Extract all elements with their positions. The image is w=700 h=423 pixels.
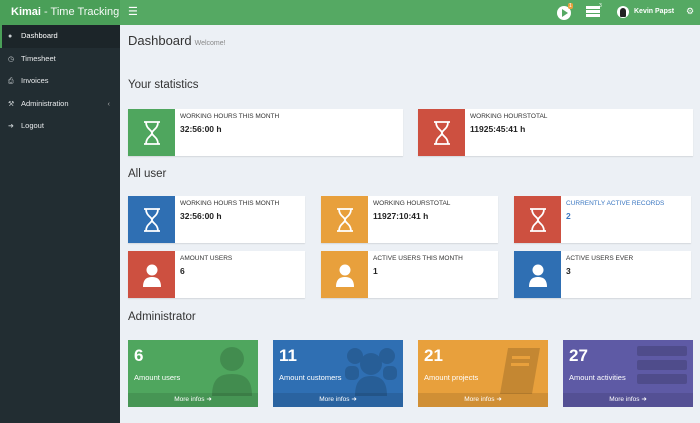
sidebar-item-invoices[interactable]: ⎙ Invoices [0, 70, 120, 93]
sidebar-item-logout[interactable]: ➜ Logout [0, 115, 120, 138]
top-navbar: ☰ 1 3 Kevin Papst ⚙ [120, 0, 700, 25]
info-box-value: 2 [566, 211, 571, 221]
info-box: Working hours this month 32:56:00 h [128, 109, 403, 156]
info-box-value: 1 [373, 266, 378, 276]
stat-number: 11 [279, 346, 297, 365]
logout-icon: ➜ [8, 123, 14, 130]
hamburger-icon[interactable]: ☰ [128, 5, 138, 18]
user-icon [321, 251, 368, 298]
admin-stat-box: 11 Amount customers More infos ➜ [273, 340, 403, 407]
user-icon [128, 251, 175, 298]
sidebar-item-administration[interactable]: ⚒ Administration ‹ [0, 93, 120, 116]
hourglass-icon [128, 109, 175, 156]
info-box-label: Currently active records [566, 200, 665, 207]
info-box: Amount users 6 [128, 251, 305, 298]
timer-badge: 1 [568, 3, 573, 9]
info-box-label: Active users this month [373, 255, 463, 262]
sidebar-item-timesheet[interactable]: ◷ Timesheet [0, 48, 120, 71]
more-infos-link[interactable]: More infos ➜ [563, 393, 693, 407]
info-box-value: 11927:10:41 h [373, 211, 429, 221]
section-all-user: All user [128, 168, 167, 180]
admin-stat-box: 6 Amount users More infos ➜ [128, 340, 258, 407]
list-icon [637, 346, 687, 391]
info-box-value: 3 [566, 266, 571, 276]
wrench-icon: ⚒ [8, 100, 15, 108]
stat-label: Amount users [134, 373, 181, 382]
info-box-label: Working hourstotal [470, 113, 548, 120]
more-infos-link[interactable]: More infos ➜ [273, 393, 403, 407]
records-badge: 3 [599, 3, 602, 9]
info-box-value: 6 [180, 266, 185, 276]
stat-label: Amount projects [424, 373, 479, 382]
settings-gears-icon[interactable]: ⚙ [686, 6, 694, 17]
info-box-value: 11925:45:41 h [470, 124, 526, 134]
section-your-statistics: Your statistics [128, 79, 199, 91]
app-logo[interactable]: Kimai - Time Tracking [0, 0, 120, 25]
info-box-value: 32:56:00 h [180, 124, 222, 134]
arrow-circle-right-icon: ➜ [351, 396, 357, 403]
arrow-circle-right-icon: ➜ [496, 396, 502, 403]
print-icon: ⎙ [8, 78, 14, 85]
page-subtitle: Welcome! [194, 40, 226, 47]
hourglass-icon [128, 196, 175, 243]
user-icon [514, 251, 561, 298]
info-box-label: Active users ever [566, 255, 634, 262]
hourglass-icon [514, 196, 561, 243]
info-box-label: Working hours this month [180, 113, 280, 120]
more-infos-link[interactable]: More infos ➜ [418, 393, 548, 407]
sidebar: ● Dashboard ◷ Timesheet ⎙ Invoices ⚒ Adminis… [0, 25, 120, 423]
stat-number: 21 [424, 346, 443, 365]
arrow-circle-right-icon: ➜ [206, 396, 212, 403]
info-box-label: Working hours this month [180, 200, 280, 207]
sidebar-item-dashboard[interactable]: ● Dashboard [0, 25, 120, 48]
chevron-left-icon: ‹ [107, 98, 111, 108]
clock-icon: ◷ [8, 55, 15, 63]
page-title: Dashboard Welcome! [128, 33, 226, 48]
dashboard-icon: ● [8, 33, 13, 40]
stat-number: 6 [134, 346, 144, 365]
main-content: Dashboard Welcome! Your statistics All us… [120, 25, 700, 423]
info-box-value: 32:56:00 h [180, 211, 222, 221]
info-box: Working hourstotal 11927:10:41 h [321, 196, 498, 243]
user-avatar-icon[interactable] [617, 6, 629, 18]
info-box: Working hourstotal 11925:45:41 h [418, 109, 693, 156]
admin-stat-box: 27 Amount activities More infos ➜ [563, 340, 693, 407]
stat-label: Amount customers [279, 373, 342, 382]
arrow-circle-right-icon: ➜ [641, 396, 647, 403]
info-box-label: Working hourstotal [373, 200, 451, 207]
info-box[interactable]: Currently active records 2 [514, 196, 691, 243]
more-infos-link[interactable]: More infos ➜ [128, 393, 258, 407]
info-box: Working hours this month 32:56:00 h [128, 196, 305, 243]
user-name[interactable]: Kevin Papst [634, 8, 674, 15]
hourglass-icon [321, 196, 368, 243]
info-box: Active users ever 3 [514, 251, 691, 298]
stat-number: 27 [569, 346, 588, 365]
info-box-label: Amount users [180, 255, 233, 262]
info-box: Active users this month 1 [321, 251, 498, 298]
admin-stat-box: 21 Amount projects More infos ➜ [418, 340, 548, 407]
section-administrator: Administrator [128, 311, 196, 323]
hourglass-icon [418, 109, 465, 156]
stat-label: Amount activities [569, 373, 626, 382]
